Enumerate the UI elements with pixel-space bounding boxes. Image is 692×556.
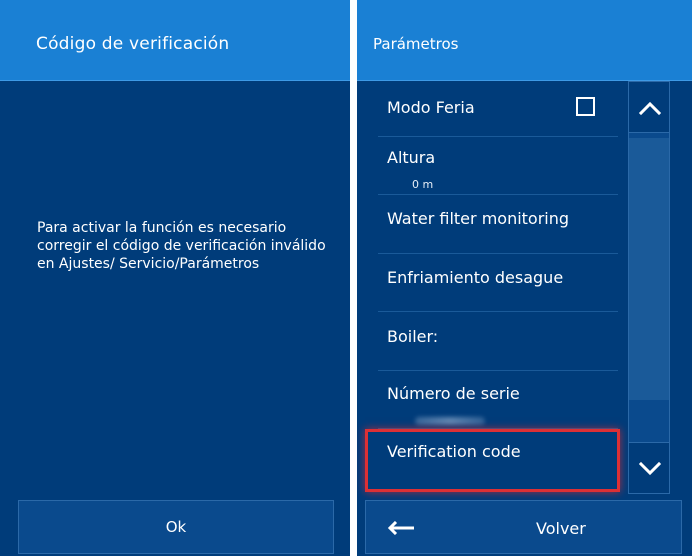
dialog-message: Para activar la función es necesario cor… (37, 220, 326, 272)
parameters-title: Parámetros (373, 35, 459, 53)
list-item-label: Boiler: (387, 327, 439, 346)
list-item-value: 0 m (412, 178, 434, 191)
scroll-down-button[interactable] (628, 442, 670, 494)
checkbox-unchecked-icon[interactable] (576, 97, 595, 116)
chevron-up-icon (639, 101, 661, 116)
arrow-left-icon (387, 521, 414, 535)
dialog-header: Código de verificación (0, 0, 350, 81)
ok-button-label: Ok (165, 518, 187, 536)
parameters-panel: Parámetros Modo Feria Altura 0 m Water f… (357, 0, 692, 556)
list-item-water-filter[interactable]: Water filter monitoring (365, 195, 618, 254)
dialog-title: Código de verificación (36, 34, 230, 54)
list-item-enfriamiento[interactable]: Enfriamiento desague (365, 254, 618, 312)
list-item-label: Altura (387, 148, 436, 167)
chevron-down-icon (639, 461, 661, 476)
list-item-label: Número de serie (387, 384, 520, 403)
verification-dialog: Código de verificación Para activar la f… (0, 0, 350, 556)
list-item-modo-feria[interactable]: Modo Feria (365, 81, 618, 137)
parameters-header: Parámetros (357, 0, 692, 81)
serial-number-redacted (415, 417, 485, 425)
scroll-up-button[interactable] (628, 81, 670, 133)
list-item-altura[interactable]: Altura 0 m (365, 137, 618, 195)
list-item-label: Water filter monitoring (387, 209, 570, 228)
back-button[interactable]: Volver (365, 500, 682, 554)
scrollbar-thumb[interactable] (629, 138, 669, 400)
list-item-label: Enfriamiento desague (387, 268, 564, 287)
list-item-label: Modo Feria (387, 98, 475, 117)
list-item-numero-serie[interactable]: Número de serie (365, 371, 618, 429)
list-item-boiler[interactable]: Boiler: (365, 312, 618, 371)
back-button-label: Volver (536, 519, 586, 538)
ok-button[interactable]: Ok (18, 500, 334, 554)
highlight-box (365, 429, 620, 492)
